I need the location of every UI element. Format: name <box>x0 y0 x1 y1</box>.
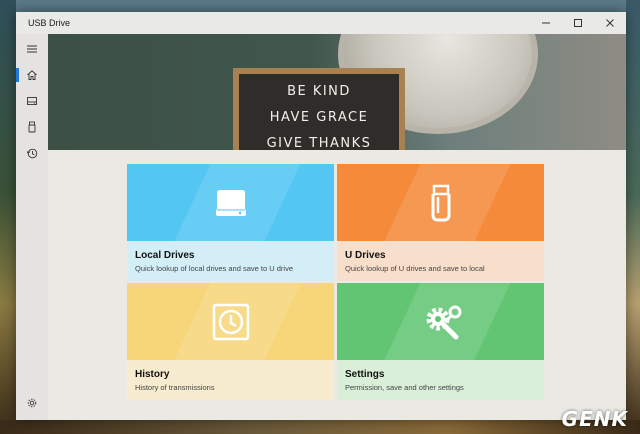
usb-icon <box>431 184 450 221</box>
tile-local-drives-subtitle: Quick lookup of local drives and save to… <box>135 264 293 273</box>
drive-icon <box>27 97 37 105</box>
letter-board-line-2: HAVE GRACE <box>269 110 369 125</box>
tile-history-title: History <box>135 369 170 380</box>
tile-settings[interactable]: Settings Permission, save and other sett… <box>337 283 544 400</box>
sidebar-item-u-drives[interactable] <box>16 116 48 138</box>
tile-settings-banner <box>337 283 544 360</box>
letter-board-line-1: BE KIND <box>287 84 351 99</box>
maximize-icon <box>574 19 582 27</box>
tile-local-drives-title: Local Drives <box>135 250 195 261</box>
tile-u-drives-subtitle: Quick lookup of U drives and save to loc… <box>345 264 485 273</box>
usb-icon <box>28 121 36 133</box>
desktop-background-bottom <box>0 420 640 434</box>
gear-icon <box>27 398 37 408</box>
header-banner-photo: BE KIND HAVE GRACE GIVE THANKS <box>48 34 626 150</box>
close-icon <box>606 19 614 27</box>
letter-board-line-3: GIVE THANKS <box>266 136 372 150</box>
tile-history[interactable]: History History of transmissions <box>127 283 334 400</box>
minimize-icon <box>542 22 550 24</box>
tile-u-drives-banner <box>337 164 544 241</box>
window-title: USB Drive <box>28 18 71 28</box>
clock-icon <box>212 303 249 340</box>
tile-history-subtitle: History of transmissions <box>135 383 215 392</box>
sidebar-item-settings[interactable] <box>16 392 48 414</box>
letter-board: BE KIND HAVE GRACE GIVE THANKS <box>233 68 405 150</box>
tile-settings-caption: Settings Permission, save and other sett… <box>337 360 544 400</box>
history-icon <box>26 148 38 159</box>
title-bar[interactable]: USB Drive <box>16 12 626 34</box>
desktop-background-left <box>0 0 16 434</box>
gear-wrench-icon <box>426 305 461 339</box>
desktop-background-right <box>626 0 640 434</box>
tile-history-banner <box>127 283 334 360</box>
sidebar-item-home[interactable] <box>16 64 48 86</box>
tile-settings-subtitle: Permission, save and other settings <box>345 383 464 392</box>
hamburger-icon <box>27 45 37 53</box>
sidebar-item-local-drives[interactable] <box>16 90 48 112</box>
tile-u-drives-caption: U Drives Quick lookup of U drives and sa… <box>337 241 544 281</box>
minimize-button[interactable] <box>530 12 562 34</box>
close-button[interactable] <box>594 12 626 34</box>
watermark-logo: GENK <box>561 407 628 431</box>
sidebar-menu-button[interactable] <box>16 38 48 60</box>
app-window: USB Drive BE KIND HAVE GRACE GIVE THANKS… <box>16 12 626 420</box>
drive-icon <box>215 189 246 216</box>
main-content: Local Drives Quick lookup of local drive… <box>48 150 626 420</box>
sidebar <box>16 34 48 420</box>
tile-u-drives-title: U Drives <box>345 250 386 261</box>
tile-settings-title: Settings <box>345 369 385 380</box>
sidebar-item-history[interactable] <box>16 142 48 164</box>
tile-local-drives-caption: Local Drives Quick lookup of local drive… <box>127 241 334 281</box>
home-icon <box>27 70 37 80</box>
tile-u-drives[interactable]: U Drives Quick lookup of U drives and sa… <box>337 164 544 281</box>
tile-local-drives-banner <box>127 164 334 241</box>
maximize-button[interactable] <box>562 12 594 34</box>
tile-history-caption: History History of transmissions <box>127 360 334 400</box>
tile-local-drives[interactable]: Local Drives Quick lookup of local drive… <box>127 164 334 281</box>
